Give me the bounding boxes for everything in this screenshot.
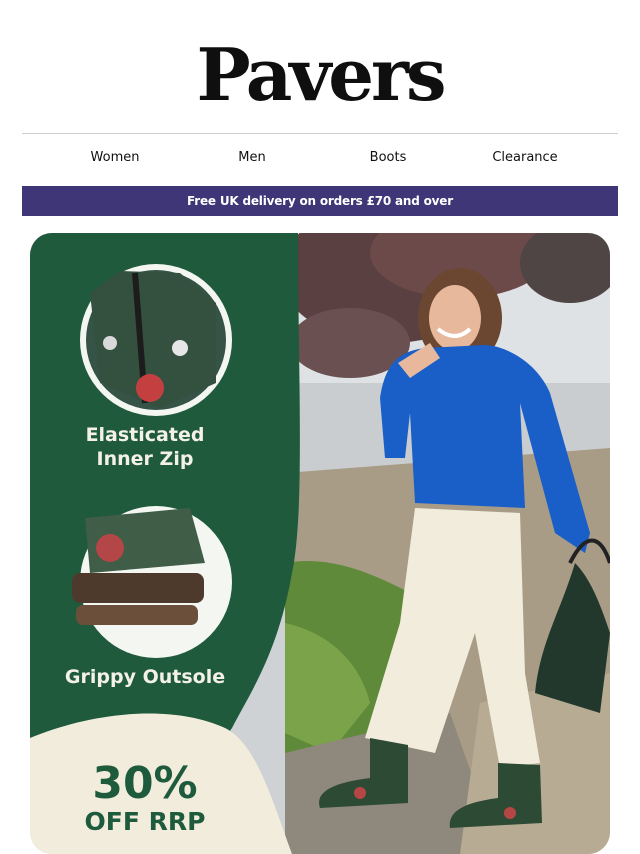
nav-item-boots[interactable]: Boots [370, 150, 407, 165]
nav-item-clearance[interactable]: Clearance [492, 150, 557, 165]
feature-label-line: Inner Zip [96, 448, 194, 470]
nav-item-women[interactable]: Women [91, 150, 140, 165]
offer-percent: 30% [92, 758, 198, 809]
feature-label-line: Elasticated [85, 424, 205, 446]
offer-badge: 30% OFF RRP [60, 761, 230, 837]
feature-label-outsole: Grippy Outsole [50, 665, 240, 689]
feature-label-inner-zip: Elasticated Inner Zip [60, 423, 230, 471]
offer-subtext: OFF RRP [84, 807, 206, 836]
feature-label-line: Grippy Outsole [64, 666, 226, 688]
main-nav: Women Men Boots Clearance [22, 150, 618, 172]
delivery-banner[interactable]: Free UK delivery on orders £70 and over [22, 186, 618, 216]
nav-item-men[interactable]: Men [238, 150, 265, 165]
hero-promo-image[interactable]: Elasticated Inner Zip Grippy Outsole 30%… [30, 233, 610, 854]
header-divider [22, 133, 618, 134]
pavers-logo[interactable]: Pavers [0, 30, 640, 120]
